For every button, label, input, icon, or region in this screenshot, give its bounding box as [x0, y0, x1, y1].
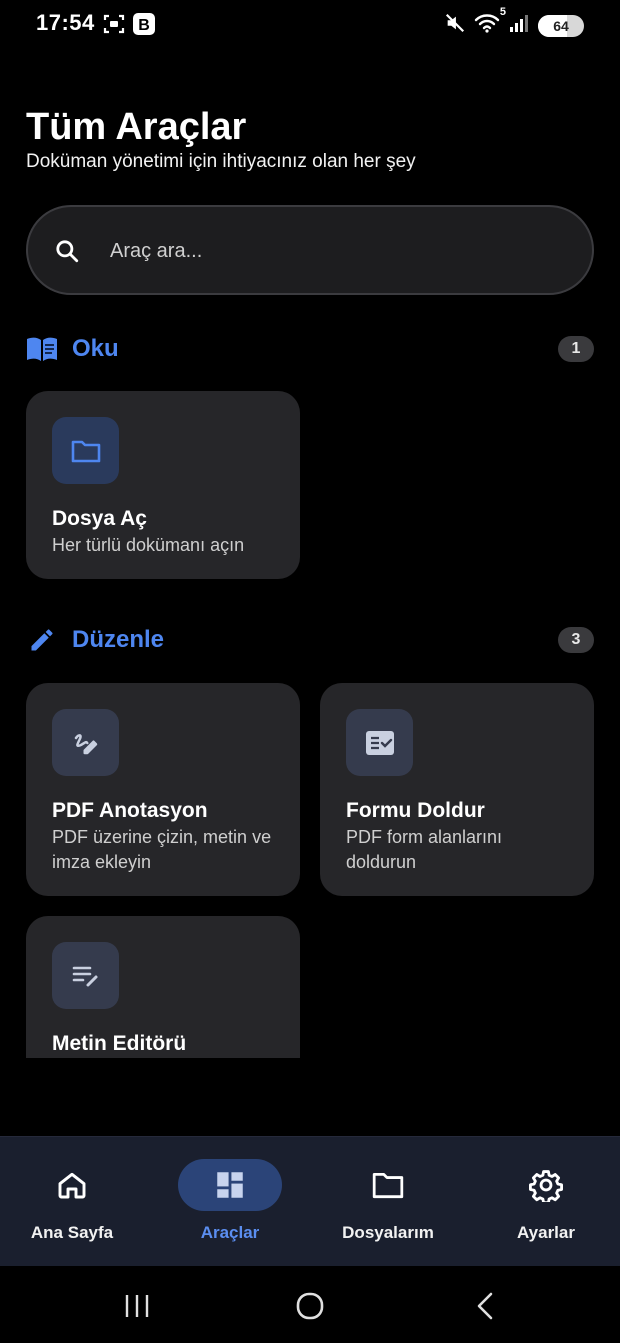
recents-icon[interactable] — [107, 1288, 167, 1324]
nav-label: Dosyalarım — [342, 1223, 434, 1242]
page-subtitle: Doküman yönetimi için ihtiyacınız olan h… — [26, 151, 416, 172]
screenshot-icon — [102, 12, 126, 41]
tool-card-dosya-ac[interactable]: Dosya Aç Her türlü dokümanı açın — [26, 391, 300, 579]
dashboard-icon — [178, 1159, 282, 1211]
search-input[interactable] — [110, 235, 550, 267]
nav-item-dosyalarim[interactable]: Dosyalarım — [313, 1159, 463, 1249]
nav-label: Ayarlar — [517, 1223, 575, 1242]
b-app-icon: B — [132, 12, 156, 41]
status-time: 17:54 — [36, 10, 95, 35]
battery-level: 64 — [553, 17, 569, 34]
section-title-duzenle: Düzenle — [72, 626, 165, 653]
status-right-icons: 5 64 — [444, 6, 584, 39]
tool-card-title: Metin Editörü — [52, 1032, 187, 1055]
section-count-oku: 1 — [558, 336, 594, 362]
tool-card-title: PDF Anotasyon — [52, 799, 208, 822]
nav-item-araclar[interactable]: Araçlar — [155, 1159, 305, 1249]
folder-icon — [336, 1159, 440, 1211]
draw-icon — [52, 709, 119, 776]
search-bar[interactable] — [26, 205, 594, 295]
pencil-icon — [26, 624, 58, 656]
text-edit-icon — [52, 942, 119, 1009]
section-title-oku: Oku — [72, 335, 119, 362]
nav-label: Ana Sayfa — [30, 1223, 114, 1242]
battery-icon: 64 — [538, 14, 584, 37]
tool-card-description: Her türlü dokümanı açın — [52, 535, 245, 555]
status-left-icons: B — [102, 12, 156, 41]
nav-label: Araçlar — [200, 1223, 260, 1242]
section-header-oku: Oku 1 — [26, 329, 594, 369]
signal-icon — [508, 12, 530, 39]
book-icon — [26, 333, 58, 365]
system-nav-bar — [0, 1266, 620, 1343]
search-icon — [54, 238, 80, 264]
tool-card-metin-editoru[interactable]: Metin Editörü — [26, 916, 300, 1058]
nav-item-ana-sayfa[interactable]: Ana Sayfa — [0, 1159, 147, 1249]
mute-icon — [444, 12, 466, 39]
home-icon — [20, 1159, 124, 1211]
tool-card-description: PDF form alanlarını doldurun — [346, 827, 503, 872]
svg-text:B: B — [138, 17, 150, 34]
tool-card-pdf-anotasyon[interactable]: PDF Anotasyon PDF üzerine çizin, metin v… — [26, 683, 300, 896]
folder-icon — [52, 417, 119, 484]
wifi-badge: 5 — [499, 6, 506, 18]
section-count-duzenle: 3 — [558, 627, 594, 653]
bottom-nav: Ana Sayfa Araçlar Dosyalarım Ayarlar — [0, 1136, 620, 1266]
tool-card-title: Formu Doldur — [346, 799, 485, 822]
home-circle-icon[interactable] — [280, 1288, 340, 1324]
page-title: Tüm Araçlar — [26, 106, 247, 148]
tool-card-formu-doldur[interactable]: Formu Doldur PDF form alanlarını dolduru… — [320, 683, 594, 896]
wifi-icon: 5 — [474, 6, 506, 39]
tool-card-title: Dosya Aç — [52, 507, 147, 530]
status-bar: 17:54 B 5 64 — [0, 0, 620, 50]
back-icon[interactable] — [455, 1288, 515, 1324]
section-header-duzenle: Düzenle 3 — [26, 620, 594, 660]
tool-card-description: PDF üzerine çizin, metin ve imza ekleyin — [52, 827, 272, 872]
form-check-icon — [346, 709, 413, 776]
nav-item-ayarlar[interactable]: Ayarlar — [471, 1159, 620, 1249]
gear-icon — [494, 1159, 598, 1211]
